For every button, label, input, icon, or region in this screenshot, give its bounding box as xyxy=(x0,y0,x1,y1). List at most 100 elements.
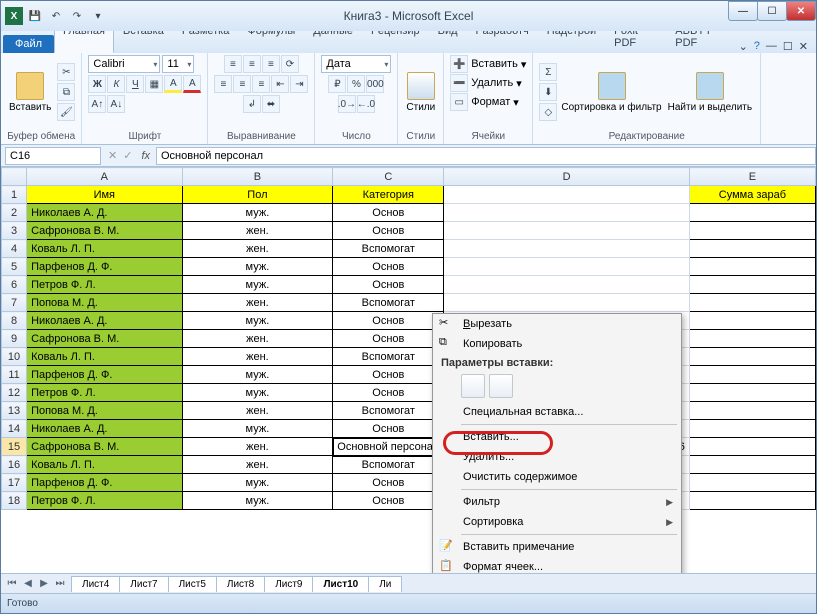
cancel-formula-icon[interactable]: ✕ xyxy=(105,149,120,162)
cell-name[interactable]: Николаев А. Д. xyxy=(27,204,182,222)
undo-icon[interactable]: ↶ xyxy=(47,7,65,25)
indent-inc-button[interactable]: ⇥ xyxy=(290,75,308,93)
align-right-button[interactable]: ≡ xyxy=(252,75,270,93)
cell-sum[interactable] xyxy=(689,294,815,312)
merge-button[interactable]: ⬌ xyxy=(262,95,280,113)
row-header-15[interactable]: 15 xyxy=(2,438,27,456)
cell-sum[interactable] xyxy=(689,474,815,492)
cm-clear[interactable]: Очистить содержимое xyxy=(433,467,681,487)
cell-sex[interactable]: жен. xyxy=(182,240,333,258)
ribbon-minimize-icon[interactable]: ⌄ xyxy=(739,40,748,53)
cell-category[interactable]: Основ xyxy=(333,366,444,384)
row-header-10[interactable]: 10 xyxy=(2,348,27,366)
row-header-3[interactable]: 3 xyxy=(2,222,27,240)
cm-delete[interactable]: Удалить... xyxy=(433,447,681,467)
copy-icon[interactable]: ⧉ xyxy=(57,83,75,101)
percent-button[interactable]: % xyxy=(347,75,365,93)
cell-gap[interactable] xyxy=(444,276,690,294)
cell-sum[interactable] xyxy=(689,366,815,384)
col-header-D[interactable]: D xyxy=(444,168,690,186)
sheet-tab-Лист9[interactable]: Лист9 xyxy=(264,576,313,592)
fill-color-button[interactable]: A xyxy=(164,75,182,93)
row-header-4[interactable]: 4 xyxy=(2,240,27,258)
delete-cells-button[interactable]: ➖Удалить ▾ xyxy=(450,74,522,92)
doc-min-icon[interactable]: — xyxy=(766,40,777,53)
cell-sum[interactable] xyxy=(689,348,815,366)
maximize-button[interactable]: ☐ xyxy=(757,1,787,21)
cell-name[interactable]: Петров Ф. Л. xyxy=(27,384,182,402)
align-left-button[interactable]: ≡ xyxy=(214,75,232,93)
select-all-corner[interactable] xyxy=(2,168,27,186)
save-icon[interactable]: 💾 xyxy=(26,7,44,25)
cm-paste-special[interactable]: Специальная вставка... xyxy=(433,402,681,422)
name-box[interactable]: C16 xyxy=(5,147,101,165)
cell-name[interactable]: Коваль Л. П. xyxy=(27,240,182,258)
cell-category[interactable]: Основ xyxy=(333,312,444,330)
cell-name[interactable]: Николаев А. Д. xyxy=(27,420,182,438)
cell-category[interactable]: Основ xyxy=(333,258,444,276)
enter-formula-icon[interactable]: ✓ xyxy=(120,149,135,162)
doc-restore-icon[interactable]: ☐ xyxy=(783,40,793,53)
col-header-B[interactable]: B xyxy=(182,168,333,186)
minimize-button[interactable]: — xyxy=(728,1,758,21)
cm-cut[interactable]: ✂ВВырезатьырезать xyxy=(433,314,681,334)
row-header-1[interactable]: 1 xyxy=(2,186,27,204)
cell-sum[interactable] xyxy=(689,258,815,276)
autosum-button[interactable]: Σ xyxy=(539,63,557,81)
cell-sum[interactable] xyxy=(689,492,815,510)
cell-category[interactable]: Основ xyxy=(333,474,444,492)
cell-category[interactable]: Вспомогат xyxy=(333,402,444,420)
sheet-tab-Лист10[interactable]: Лист10 xyxy=(312,576,369,592)
row-header-6[interactable]: 6 xyxy=(2,276,27,294)
cell-name[interactable]: Петров Ф. Л. xyxy=(27,492,182,510)
cell-category[interactable]: Вспомогат xyxy=(333,456,444,474)
align-bottom-button[interactable]: ≡ xyxy=(262,55,280,73)
cm-filter[interactable]: Фильтр▶ xyxy=(433,492,681,512)
cell-sex[interactable]: муж. xyxy=(182,258,333,276)
row-header-8[interactable]: 8 xyxy=(2,312,27,330)
align-middle-button[interactable]: ≡ xyxy=(243,55,261,73)
row-header-7[interactable]: 7 xyxy=(2,294,27,312)
cell-category[interactable]: Вспомогат xyxy=(333,240,444,258)
align-top-button[interactable]: ≡ xyxy=(224,55,242,73)
cell-category[interactable]: Основной персонал xyxy=(333,438,444,456)
cell-sex[interactable]: жен. xyxy=(182,222,333,240)
row-header-12[interactable]: 12 xyxy=(2,384,27,402)
row-header-18[interactable]: 18 xyxy=(2,492,27,510)
sheet-first-icon[interactable]: ⏮ xyxy=(5,578,19,589)
cell-category[interactable]: Основ xyxy=(333,222,444,240)
cell-sex[interactable]: муж. xyxy=(182,474,333,492)
cell-category[interactable]: Основ xyxy=(333,384,444,402)
cell-name[interactable]: Коваль Л. П. xyxy=(27,456,182,474)
row-header-16[interactable]: 16 xyxy=(2,456,27,474)
cell-sum[interactable] xyxy=(689,420,815,438)
sheet-tab-Лист4[interactable]: Лист4 xyxy=(71,576,120,592)
font-color-button[interactable]: A xyxy=(183,75,201,93)
sort-filter-button[interactable]: Сортировка и фильтр xyxy=(559,70,663,115)
row-header-2[interactable]: 2 xyxy=(2,204,27,222)
cell-name[interactable]: Сафронова В. М. xyxy=(27,330,182,348)
orientation-button[interactable]: ⟳ xyxy=(281,55,299,73)
header-cell[interactable]: Имя xyxy=(27,186,182,204)
cell-sex[interactable]: муж. xyxy=(182,204,333,222)
sheet-tab-Лист5[interactable]: Лист5 xyxy=(168,576,217,592)
worksheet-grid[interactable]: ABCDE1ИмяПолКатегорияСумма зараб2Николае… xyxy=(1,167,816,573)
cell-gap[interactable] xyxy=(444,258,690,276)
sheet-tab-Ли[interactable]: Ли xyxy=(368,576,402,592)
close-button[interactable]: ✕ xyxy=(786,1,816,21)
cell-name[interactable]: Попова М. Д. xyxy=(27,294,182,312)
cell-sex[interactable]: муж. xyxy=(182,312,333,330)
header-cell[interactable]: Категория xyxy=(333,186,444,204)
row-header-5[interactable]: 5 xyxy=(2,258,27,276)
fx-icon[interactable]: fx xyxy=(135,150,156,162)
cell-gap[interactable] xyxy=(444,204,690,222)
cell-sex[interactable]: жен. xyxy=(182,402,333,420)
fill-button[interactable]: ⬇ xyxy=(539,83,557,101)
increase-decimal-button[interactable]: .0→ xyxy=(338,95,356,113)
find-select-button[interactable]: Найти и выделить xyxy=(666,70,754,115)
insert-cells-button[interactable]: ➕Вставить ▾ xyxy=(450,55,526,73)
row-header-17[interactable]: 17 xyxy=(2,474,27,492)
bold-button[interactable]: Ж xyxy=(88,75,106,93)
cell-category[interactable]: Основ xyxy=(333,276,444,294)
cell-sex[interactable]: жен. xyxy=(182,330,333,348)
